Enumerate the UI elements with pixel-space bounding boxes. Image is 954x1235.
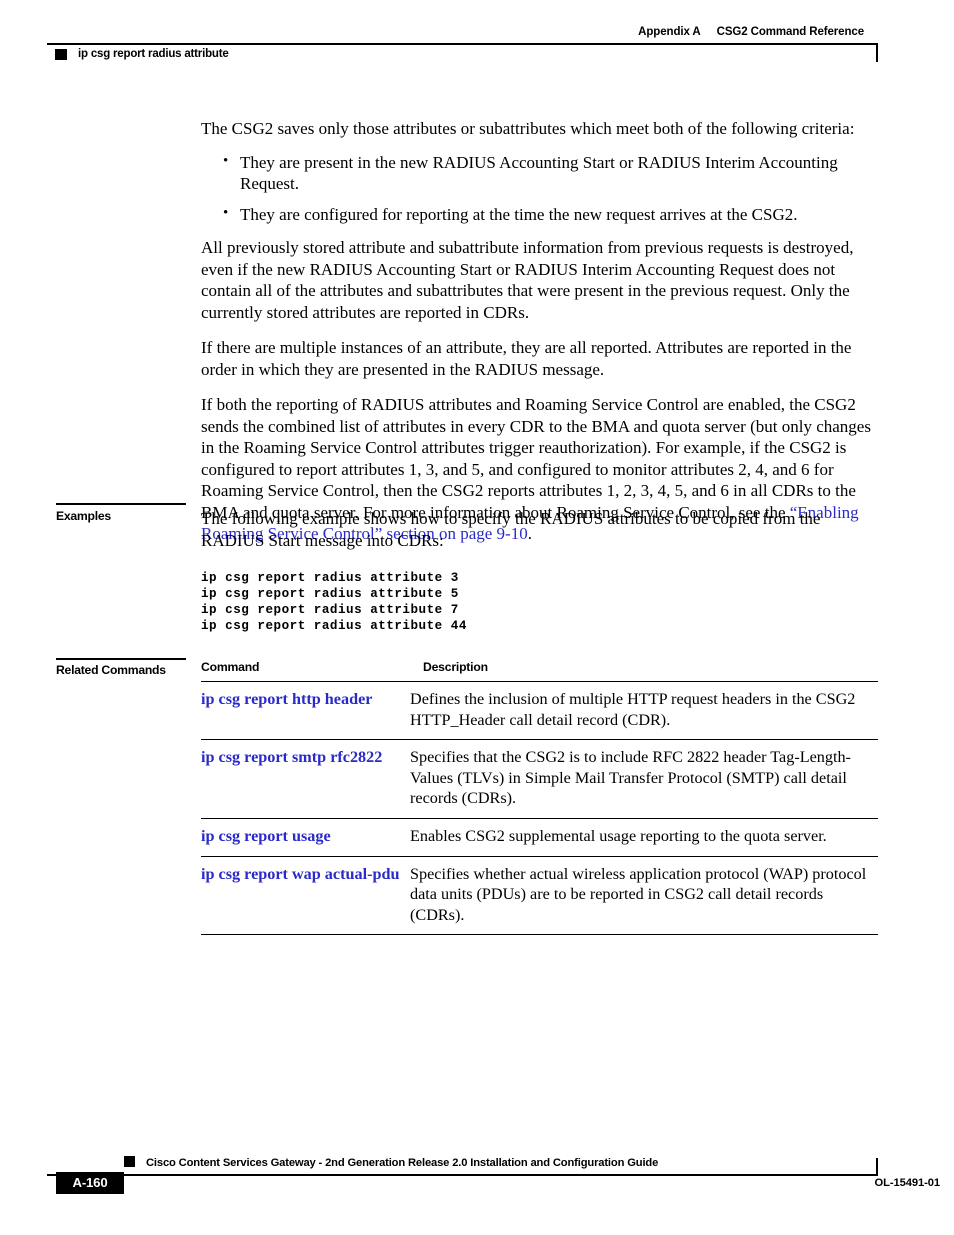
related-command-description: Specifies whether actual wireless applic… (410, 856, 878, 936)
examples-code-block: ip csg report radius attribute 3 ip csg … (201, 571, 467, 634)
footer-guide-title: Cisco Content Services Gateway - 2nd Gen… (146, 1157, 659, 1169)
document-number: OL-15491-01 (874, 1177, 941, 1189)
table-row: ip csg report smtp rfc2822 Specifies tha… (201, 739, 878, 819)
page-number-badge: A-160 (56, 1172, 124, 1194)
header-command-name: ip csg report radius attribute (78, 48, 229, 60)
related-commands-table: Command Description ip csg report http h… (201, 660, 878, 936)
page-header: Appendix A CSG2 Command Reference ip csg … (47, 26, 878, 70)
page-number: A-160 (72, 1175, 108, 1190)
related-command-link[interactable]: ip csg report wap actual-pdu (201, 856, 410, 936)
related-command-description: Specifies that the CSG2 is to include RF… (410, 739, 878, 819)
related-command-description: Enables CSG2 supplemental usage reportin… (410, 818, 878, 857)
related-commands-section-rule (56, 658, 186, 660)
paragraph-roaming-prefix: If both the reporting of RADIUS attribut… (201, 395, 871, 522)
related-command-description: Defines the inclusion of multiple HTTP r… (410, 681, 878, 741)
table-row: ip csg report wap actual-pdu Specifies w… (201, 856, 878, 936)
related-command-link[interactable]: ip csg report usage (201, 818, 410, 857)
body-text-column: The CSG2 saves only those attributes or … (201, 118, 878, 557)
intro-paragraph: The CSG2 saves only those attributes or … (201, 119, 855, 138)
footer-rule-end-tick (876, 1158, 878, 1176)
table-row: ip csg report http header Defines the in… (201, 681, 878, 741)
header-running-title: Appendix A CSG2 Command Reference (638, 26, 864, 38)
column-header-command: Command (201, 660, 410, 682)
header-reference-title: CSG2 Command Reference (716, 26, 864, 38)
footer-square-marker-icon (124, 1156, 135, 1167)
related-commands-section-label: Related Commands (56, 663, 166, 677)
related-command-link[interactable]: ip csg report http header (201, 681, 410, 741)
table-header-row: Command Description (201, 660, 878, 682)
header-rule (47, 43, 878, 62)
footer-rule (47, 1158, 878, 1176)
examples-intro-text: The following example shows how to speci… (201, 509, 821, 550)
paragraph-multiple-instances: If there are multiple instances of an at… (201, 338, 852, 379)
header-rule-end-tick (876, 43, 878, 62)
list-item: They are present in the new RADIUS Accou… (223, 151, 878, 195)
examples-section-rule (56, 503, 186, 505)
criteria-bullet-list: They are present in the new RADIUS Accou… (201, 151, 878, 226)
examples-body: The following example shows how to speci… (201, 508, 878, 634)
table-row: ip csg report usage Enables CSG2 supplem… (201, 818, 878, 857)
paragraph-stored-attributes: All previously stored attribute and suba… (201, 238, 854, 322)
header-square-marker-icon (55, 49, 67, 60)
examples-section-label: Examples (56, 509, 111, 523)
related-command-link[interactable]: ip csg report smtp rfc2822 (201, 739, 410, 819)
column-header-description: Description (410, 660, 878, 682)
page-footer: Cisco Content Services Gateway - 2nd Gen… (0, 1150, 954, 1210)
list-item: They are configured for reporting at the… (223, 203, 878, 226)
header-appendix-label: Appendix A (638, 26, 701, 38)
